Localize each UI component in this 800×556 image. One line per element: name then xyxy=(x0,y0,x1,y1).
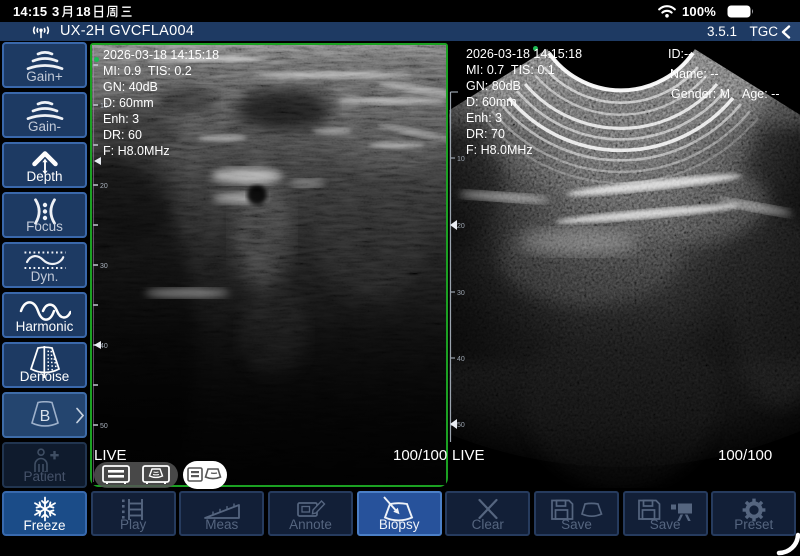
svg-text:10: 10 xyxy=(457,156,465,163)
svg-text:B: B xyxy=(39,408,50,425)
svg-text:20: 20 xyxy=(457,223,465,230)
svg-text:20: 20 xyxy=(100,183,108,190)
svg-text:50: 50 xyxy=(457,422,465,429)
svg-text:30: 30 xyxy=(100,263,108,270)
svg-text:30: 30 xyxy=(457,290,465,297)
svg-text:40: 40 xyxy=(457,356,465,363)
svg-text:50: 50 xyxy=(100,423,108,430)
svg-text:40: 40 xyxy=(100,343,108,350)
